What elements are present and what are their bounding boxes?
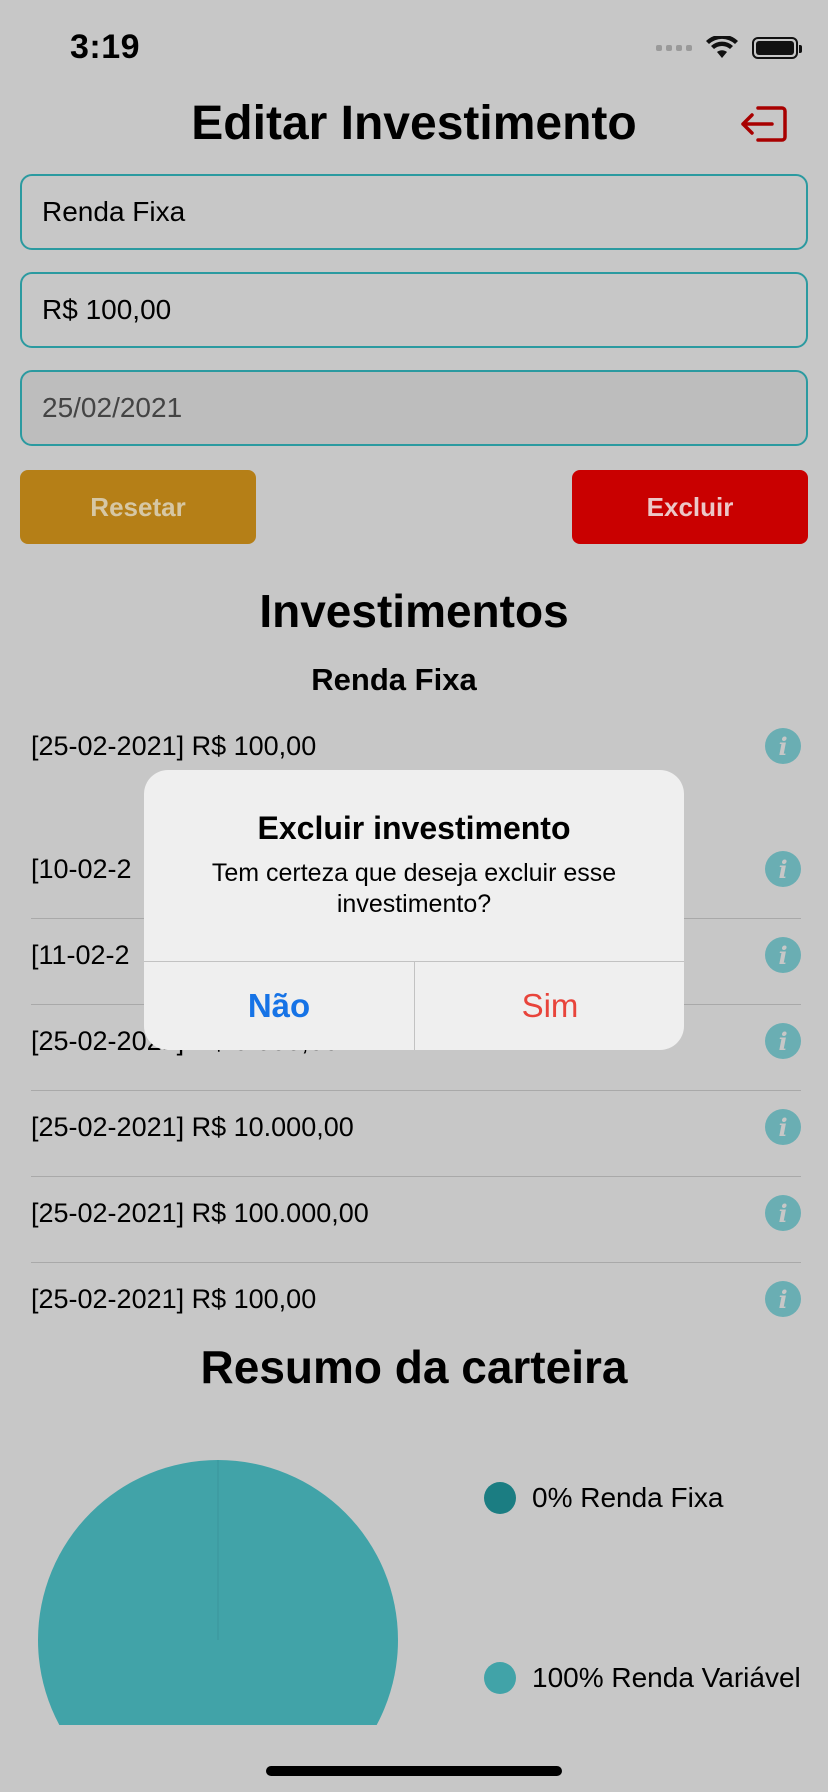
- list-item-text: [25-02-2021] R$ 100.000,00: [31, 1197, 369, 1228]
- dialog-yes-button[interactable]: Sim: [415, 962, 684, 1050]
- legend-item-renda-fixa: 0% Renda Fixa: [484, 1482, 723, 1514]
- info-icon[interactable]: i: [765, 1195, 801, 1231]
- investments-group-title: Renda Fixa: [311, 662, 477, 697]
- dialog-message: Tem certeza que deseja excluir esse inve…: [211, 859, 617, 918]
- delete-confirm-dialog: Excluir investimento Tem certeza que des…: [144, 770, 684, 1050]
- summary-title: Resumo da carteira: [200, 1341, 628, 1393]
- info-icon[interactable]: i: [765, 851, 801, 887]
- cellular-signal-icon: [656, 45, 692, 51]
- dialog-no-button[interactable]: Não: [144, 962, 414, 1050]
- dialog-title: Excluir investimento: [257, 810, 571, 846]
- investments-title: Investimentos: [259, 585, 569, 637]
- investment-date-field[interactable]: 25/02/2021: [20, 370, 808, 446]
- legend-dot: [484, 1662, 516, 1694]
- status-time: 3:19: [70, 28, 141, 66]
- pie-chart: [38, 1460, 398, 1725]
- investment-amount-value: R$ 100,00: [42, 294, 172, 325]
- legend-label: 100% Renda Variável: [532, 1662, 801, 1693]
- investment-amount-field[interactable]: R$ 100,00: [20, 272, 808, 348]
- home-indicator: [266, 1766, 562, 1776]
- list-item-text: [25-02-2021] R$ 100,00: [31, 730, 317, 761]
- list-item-text: [25-02-2021] R$ 10.000,00: [31, 1111, 354, 1142]
- list-item[interactable]: [25-02-2021] R$ 10.000,00 i: [31, 1084, 801, 1170]
- delete-button[interactable]: Excluir: [572, 470, 808, 544]
- wifi-icon: [706, 36, 738, 58]
- list-item-text: [25-02-2021] R$ 100,00: [31, 1283, 317, 1314]
- status-icons: [656, 36, 802, 60]
- list-item[interactable]: [25-02-2021] R$ 100,00 i: [31, 1256, 801, 1342]
- info-icon[interactable]: i: [765, 1023, 801, 1059]
- list-item[interactable]: [25-02-2021] R$ 100.000,00 i: [31, 1170, 801, 1256]
- legend-item-renda-variavel: 100% Renda Variável: [484, 1662, 801, 1694]
- reset-button[interactable]: Resetar: [20, 470, 256, 544]
- info-icon[interactable]: i: [765, 1109, 801, 1145]
- investment-date-value: 25/02/2021: [42, 392, 183, 423]
- page-title: Editar Investimento: [191, 97, 637, 150]
- info-icon[interactable]: i: [765, 728, 801, 764]
- legend-label: 0% Renda Fixa: [532, 1482, 724, 1513]
- info-icon[interactable]: i: [765, 1281, 801, 1317]
- investment-type-field[interactable]: Renda Fixa: [20, 174, 808, 250]
- logout-icon[interactable]: [738, 104, 788, 144]
- investment-type-value: Renda Fixa: [42, 196, 186, 227]
- battery-icon: [752, 37, 802, 59]
- info-icon[interactable]: i: [765, 937, 801, 973]
- legend-dot: [484, 1482, 516, 1514]
